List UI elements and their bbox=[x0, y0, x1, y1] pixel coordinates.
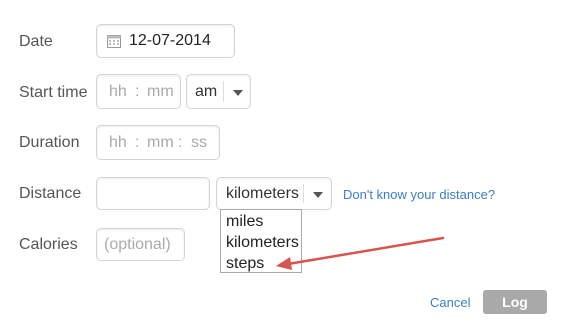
cancel-button[interactable]: Cancel bbox=[430, 295, 470, 310]
annotation-arrow bbox=[276, 236, 445, 270]
annotation-arrow-line bbox=[286, 236, 445, 266]
log-button[interactable]: Log bbox=[483, 290, 547, 314]
annotation-arrow-head bbox=[276, 257, 292, 270]
